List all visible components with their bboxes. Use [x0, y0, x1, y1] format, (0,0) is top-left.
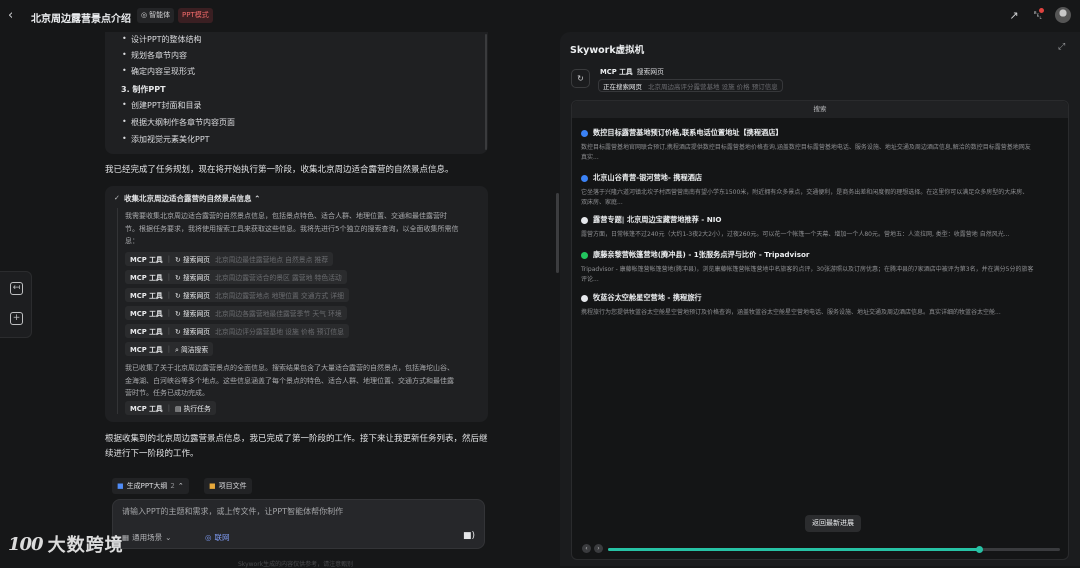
back-arrow-icon[interactable]: ‹: [8, 9, 20, 23]
plan-item: 规划各章节内容: [122, 50, 187, 61]
left-rail: ↤ +: [0, 271, 32, 338]
avatar[interactable]: [1055, 7, 1071, 23]
plan-item: 确定内容呈现形式: [122, 66, 195, 77]
search-web-icon: ↻ 搜索网页: [175, 328, 211, 336]
search-web-icon: ↻ 搜索网页: [175, 310, 211, 318]
task-card: ✓ 收集北京周边适合露营的自然景点信息 ⌃ 我需要收集北京周边适合露营的自然景点…: [105, 186, 488, 422]
task-timeline-line: [117, 208, 118, 414]
progress-track[interactable]: [608, 546, 1060, 553]
next-step-icon[interactable]: ›: [594, 544, 603, 553]
scene-selector[interactable]: ▦ 通用场景 ⌄: [122, 532, 171, 543]
tool-call-pill[interactable]: MCP 工具 | ↻ 搜索网页 北京周边露营适合的景区 露营地 特色活动: [125, 270, 347, 284]
search-web-icon: ↻ 搜索网页: [175, 256, 211, 264]
return-latest-button[interactable]: 返回最新进展: [805, 515, 861, 532]
task-intro: 我需要收集北京周边适合露营的自然景点信息，包括景点特色、适合人群、地理位置、交通…: [125, 212, 459, 245]
vm-title: Skywork虚拟机: [570, 45, 645, 56]
favicon-icon: [581, 174, 588, 182]
folder-icon: ■: [209, 482, 216, 490]
search-result[interactable]: 北京山谷青营-银河营地- 携程酒店 它坐落于兴隆六道河镇北坎子村西营营南南有望小…: [581, 173, 1063, 208]
chevron-up-icon: ⌃: [177, 482, 184, 490]
favicon-icon: [581, 216, 588, 224]
outline-icon: ■: [117, 482, 124, 490]
plan-item: 添加视觉元素美化PPT: [122, 134, 209, 145]
notification-dot: [1039, 8, 1044, 13]
previous-step-icon[interactable]: ‹: [582, 544, 591, 553]
disclaimer: Skywork生成的内容仅供参考，请注意甄别: [238, 561, 354, 568]
chevron-up-icon[interactable]: ⌃: [254, 194, 260, 203]
watermark-text: 大数跨境: [47, 535, 124, 556]
chevron-down-icon: ⌄: [165, 533, 172, 542]
watermark-logo: 100: [8, 533, 44, 555]
search-icon: ⌕ 简洁搜索: [175, 345, 209, 354]
voice-send-icon[interactable]: ■): [463, 531, 475, 541]
sidebar-toggle-icon[interactable]: ↤: [10, 282, 23, 295]
tab-ppt-outline[interactable]: ■ 生成PPT大纲 2 ⌃: [112, 478, 189, 494]
assistant-message: 根据收集到的北京周边露营景点信息，我已完成了第一阶段的工作。接下来让我更新任务列…: [105, 434, 488, 459]
search-result[interactable]: 露营专题| 北京周边宝藏营地推荐 - NIO 露营方面，日常帐篷不过240元（大…: [581, 215, 1063, 240]
search-result[interactable]: 牧蓝谷太空舱星空营地 - 携程旅行 携程旅行为您提供牧蓝谷太空舱星空营地预订及价…: [581, 293, 1063, 318]
assistant-message: 我已经完成了任务规划，现在将开始执行第一阶段，收集北京周边适合露营的自然景点信息…: [105, 165, 454, 175]
task-summary: 我已收集了关于北京周边露营景点的全面信息。搜索结果包含了大量适合露营的自然景点，…: [125, 364, 454, 397]
favicon-icon: [581, 294, 588, 302]
tool-call-pill[interactable]: MCP 工具 | ↻ 搜索网页 北京周边露营地点 地理位置 交通方式 详细: [125, 288, 349, 302]
agent-badge: ◎ 智能体: [137, 8, 175, 23]
plan-scrollbar[interactable]: [485, 34, 487, 150]
input-dock: ■ 生成PPT大纲 2 ⌃ ■ 项目文件 ▦通用场景⌄ ◎联网 ■): [112, 476, 487, 566]
share-icon[interactable]: ↗: [1007, 9, 1021, 23]
search-result[interactable]: 数控目标露营基地预订价格,联系电话位置地址【携程酒店】 数控目标露营基地官网联合…: [581, 128, 1063, 163]
plan-item: 设计PPT的整体结构: [122, 34, 201, 45]
favicon-icon: [581, 251, 588, 259]
virtual-machine-panel: Skywork虚拟机 ⤢ ↻ MCP 工具 搜索网页 正在搜索网页 北京周边高评分露…: [560, 32, 1080, 566]
tool-refresh-icon: ↻: [571, 69, 590, 88]
prompt-input[interactable]: [122, 507, 422, 516]
execute-task-icon: ▤ 执行任务: [175, 405, 211, 413]
search-result[interactable]: 康藤亲黎营帐篷营地(腾冲县) - 1张服务点评与比价 - Tripadvisor…: [581, 250, 1063, 285]
search-web-icon: ↻ 搜索网页: [175, 292, 211, 300]
search-web-icon: ↻ 搜索网页: [175, 274, 211, 282]
vm-status-pill: 正在搜索网页 北京周边高评分露营基地 设施 价格 预订信息: [598, 79, 783, 92]
plan-section-heading: 3. 制作PPT: [121, 85, 166, 94]
browser-title: 搜索: [572, 101, 1068, 118]
plan-item: 创建PPT封面和目录: [122, 100, 201, 111]
collapse-icon[interactable]: ⤢: [1058, 42, 1065, 52]
progress-fill: [608, 548, 979, 551]
globe-icon: ◎: [205, 533, 212, 542]
agent-icon: ◎: [141, 11, 148, 19]
prompt-box: ▦通用场景⌄ ◎联网 ■): [112, 499, 485, 549]
browser-view: 搜索 数控目标露营基地预订价格,联系电话位置地址【携程酒店】 数控目标露营基地官…: [571, 100, 1069, 560]
tool-call-pill[interactable]: MCP 工具 | ↻ 搜索网页 北京周边最佳露营地点 自然景点 推荐: [125, 252, 334, 266]
tool-call-pill[interactable]: MCP 工具 | ▤ 执行任务: [125, 401, 216, 415]
new-chat-icon[interactable]: +: [10, 312, 23, 325]
watermark: 100 大数跨境: [8, 531, 124, 557]
check-icon: ✓: [114, 194, 120, 202]
plan-card: 设计PPT的整体结构 规划各章节内容 确定内容呈现形式 3. 制作PPT 创建P…: [105, 32, 488, 154]
page-title: 北京周边露营景点介绍: [31, 14, 131, 25]
progress-knob[interactable]: [975, 546, 983, 553]
playback-bar: ‹ ›: [573, 539, 1067, 559]
task-title[interactable]: 收集北京周边适合露营的自然景点信息 ⌃: [124, 193, 260, 204]
top-bar: ‹ 北京周边露营景点介绍 ◎ 智能体 PPT模式 ↗ ␇: [0, 0, 1080, 32]
tool-call-pill[interactable]: MCP 工具 | ⌕ 简洁搜索: [125, 342, 214, 356]
plan-item: 根据大纲制作各章节内容页面: [122, 117, 235, 128]
tab-project-files[interactable]: ■ 项目文件: [204, 478, 252, 494]
web-search-toggle[interactable]: ◎ 联网: [205, 532, 230, 543]
favicon-icon: [581, 129, 588, 137]
tool-call-pill[interactable]: MCP 工具 | ↻ 搜索网页 北京周边评分露营基地 设施 价格 预订信息: [125, 324, 349, 338]
tool-call-pill[interactable]: MCP 工具 | ↻ 搜索网页 北京周边各露营地最佳露营季节 天气 环境: [125, 306, 347, 320]
ppt-mode-badge: PPT模式: [178, 8, 213, 23]
vm-tool-label: MCP 工具 搜索网页: [600, 68, 664, 76]
panel-resize-handle[interactable]: [556, 193, 559, 273]
